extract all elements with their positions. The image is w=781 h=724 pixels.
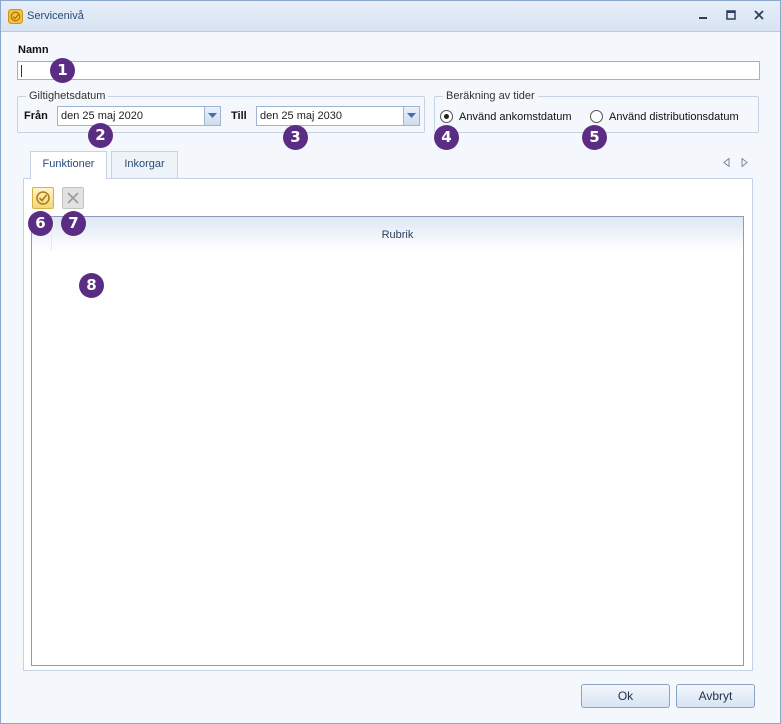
time-calculation-legend: Beräkning av tider <box>446 90 535 102</box>
validity-legend: Giltighetsdatum <box>29 90 106 102</box>
arrival-date-radio[interactable] <box>440 110 453 123</box>
close-icon[interactable] <box>749 8 769 26</box>
to-date-value: den 25 maj 2030 <box>260 110 342 122</box>
callout-badge: 4 <box>434 125 459 150</box>
minimize-icon[interactable] <box>693 8 713 26</box>
callout-badge: 2 <box>88 123 113 148</box>
distribution-date-label[interactable]: Använd distributionsdatum <box>609 111 739 123</box>
chevron-down-icon[interactable] <box>204 107 220 125</box>
window-title: Servicenivå <box>27 10 84 22</box>
callout-badge: 1 <box>50 58 75 83</box>
service-level-icon <box>8 9 23 24</box>
name-label: Namn <box>18 44 49 56</box>
maximize-icon[interactable] <box>721 8 741 26</box>
from-label: Från <box>24 110 48 122</box>
service-level-icon <box>36 191 50 205</box>
name-input[interactable] <box>17 61 760 80</box>
tab-scroll-right-icon[interactable] <box>741 157 748 170</box>
ok-button[interactable]: Ok <box>581 684 670 708</box>
remove-function-button[interactable] <box>62 187 84 209</box>
chevron-down-icon[interactable] <box>403 107 419 125</box>
column-header-rubrik[interactable]: Rubrik <box>52 229 743 241</box>
functions-grid[interactable]: Rubrik <box>31 216 744 666</box>
distribution-date-radio[interactable] <box>590 110 603 123</box>
from-date-picker[interactable]: den 25 maj 2020 <box>57 106 221 126</box>
title-bar: Servicenivå <box>1 1 780 32</box>
tab-funktioner[interactable]: Funktioner <box>30 151 107 179</box>
grid-header: Rubrik <box>32 217 743 251</box>
tab-scroll-left-icon[interactable] <box>723 157 730 170</box>
callout-badge: 8 <box>79 273 104 298</box>
callout-badge: 5 <box>582 125 607 150</box>
cancel-button[interactable]: Avbryt <box>676 684 755 708</box>
text-caret <box>21 65 22 77</box>
add-function-button[interactable] <box>32 187 54 209</box>
callout-badge: 6 <box>28 211 53 236</box>
tab-inkorgar[interactable]: Inkorgar <box>111 151 178 178</box>
arrival-date-label[interactable]: Använd ankomstdatum <box>459 111 572 123</box>
to-date-picker[interactable]: den 25 maj 2030 <box>256 106 420 126</box>
to-label: Till <box>231 110 247 122</box>
dialog-window: Servicenivå Namn Giltighetsdatum Från de… <box>0 0 781 724</box>
callout-badge: 3 <box>283 125 308 150</box>
callout-badge: 7 <box>61 211 86 236</box>
delete-icon <box>67 192 79 204</box>
from-date-value: den 25 maj 2020 <box>61 110 143 122</box>
